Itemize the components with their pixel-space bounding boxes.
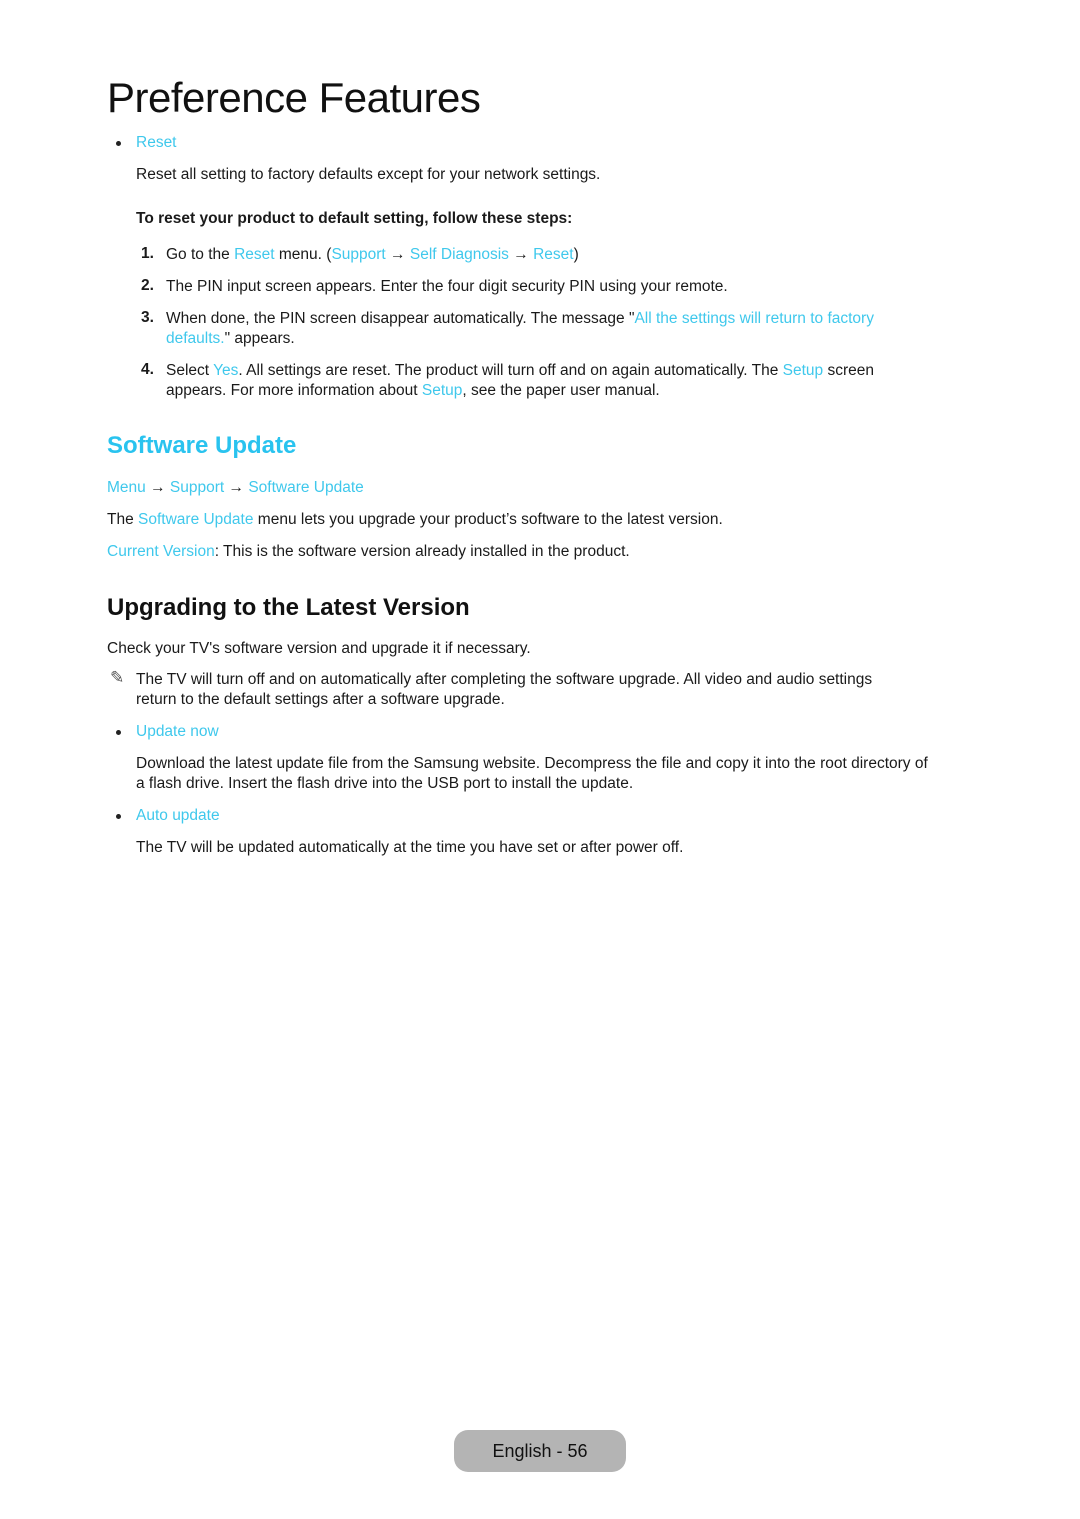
bullet-icon bbox=[116, 730, 121, 735]
arrow-separator: → bbox=[385, 246, 410, 263]
setup-link[interactable]: Setup bbox=[783, 362, 824, 379]
support-link[interactable]: Support bbox=[331, 246, 385, 263]
auto-update-label[interactable]: Auto update bbox=[136, 806, 220, 826]
bullet-icon bbox=[116, 141, 121, 146]
step-4-line-2: appears. For more information about Setu… bbox=[166, 381, 660, 401]
page-number-badge: English - 56 bbox=[454, 1430, 626, 1472]
page-title: Preference Features bbox=[107, 74, 481, 121]
breadcrumb-menu[interactable]: Menu bbox=[107, 479, 146, 496]
text-segment: When done, the PIN screen disappear auto… bbox=[166, 310, 635, 327]
breadcrumb-software-update[interactable]: Software Update bbox=[248, 479, 363, 496]
setup-link[interactable]: Setup bbox=[422, 382, 463, 399]
text-segment: ) bbox=[573, 246, 579, 263]
arrow-separator: → bbox=[150, 479, 166, 496]
software-update-heading: Software Update bbox=[107, 432, 297, 459]
pencil-note-icon: ✎ bbox=[110, 668, 125, 687]
arrow-separator: → bbox=[228, 479, 245, 496]
upgrading-heading: Upgrading to the Latest Version bbox=[107, 594, 470, 621]
text-segment: appears. For more information about bbox=[166, 382, 422, 399]
auto-update-desc: The TV will be updated automatically at … bbox=[136, 839, 684, 856]
bullet-icon bbox=[116, 814, 121, 819]
software-update-link[interactable]: Software Update bbox=[138, 511, 253, 528]
upgrading-intro: Check your TV's software version and upg… bbox=[107, 640, 531, 657]
reset-link[interactable]: Reset bbox=[234, 246, 275, 263]
message-text: defaults. bbox=[166, 330, 225, 347]
software-update-intro: The Software Update menu lets you upgrad… bbox=[107, 510, 723, 530]
reset-steps-intro: To reset your product to default setting… bbox=[136, 210, 573, 227]
update-now-desc-line-2: a flash drive. Insert the flash drive in… bbox=[136, 775, 634, 792]
arrow-separator: → bbox=[508, 246, 534, 263]
step-4-line-1: Select Yes. All settings are reset. The … bbox=[166, 361, 874, 381]
current-version-link[interactable]: Current Version bbox=[107, 543, 215, 560]
reset-description: Reset all setting to factory defaults ex… bbox=[136, 166, 601, 183]
text-segment: Go to the bbox=[166, 246, 235, 263]
current-version-line: Current Version: This is the software ve… bbox=[107, 542, 630, 562]
reset-link[interactable]: Reset bbox=[533, 246, 574, 263]
self-diagnosis-link[interactable]: Self Diagnosis bbox=[410, 246, 509, 263]
note-line-1: The TV will turn off and on automaticall… bbox=[136, 671, 873, 688]
page-number-label: English - 56 bbox=[492, 1440, 588, 1461]
text-segment: : This is the software version already i… bbox=[214, 543, 630, 560]
text-segment: menu lets you upgrade your product’s sof… bbox=[253, 511, 723, 528]
reset-bullet-label[interactable]: Reset bbox=[136, 133, 177, 153]
breadcrumb: Menu → Support → Software Update bbox=[107, 478, 364, 498]
breadcrumb-support[interactable]: Support bbox=[170, 479, 224, 496]
step-3-line-1: When done, the PIN screen disappear auto… bbox=[166, 309, 874, 329]
step-number: 2. bbox=[141, 277, 154, 294]
text-segment: The bbox=[107, 511, 139, 528]
text-segment: . All settings are reset. The product wi… bbox=[238, 362, 783, 379]
text-segment: menu. ( bbox=[274, 246, 332, 263]
text-segment: Select bbox=[166, 362, 214, 379]
text-segment: , see the paper user manual. bbox=[462, 382, 660, 399]
update-now-desc-line-1: Download the latest update file from the… bbox=[136, 755, 928, 772]
step-number: 1. bbox=[141, 245, 154, 262]
text-segment: screen bbox=[823, 362, 875, 379]
text-segment: " appears. bbox=[224, 330, 295, 347]
step-2-text: The PIN input screen appears. Enter the … bbox=[166, 278, 728, 295]
step-number: 4. bbox=[141, 361, 154, 378]
note-line-2: return to the default settings after a s… bbox=[136, 691, 505, 708]
step-1-text: Go to the Reset menu. (Support → Self Di… bbox=[166, 245, 579, 265]
yes-link[interactable]: Yes bbox=[213, 362, 238, 379]
step-number: 3. bbox=[141, 309, 154, 326]
step-3-line-2: defaults." appears. bbox=[166, 329, 295, 349]
update-now-label[interactable]: Update now bbox=[136, 722, 219, 742]
message-text: All the settings will return to factory bbox=[634, 310, 874, 327]
